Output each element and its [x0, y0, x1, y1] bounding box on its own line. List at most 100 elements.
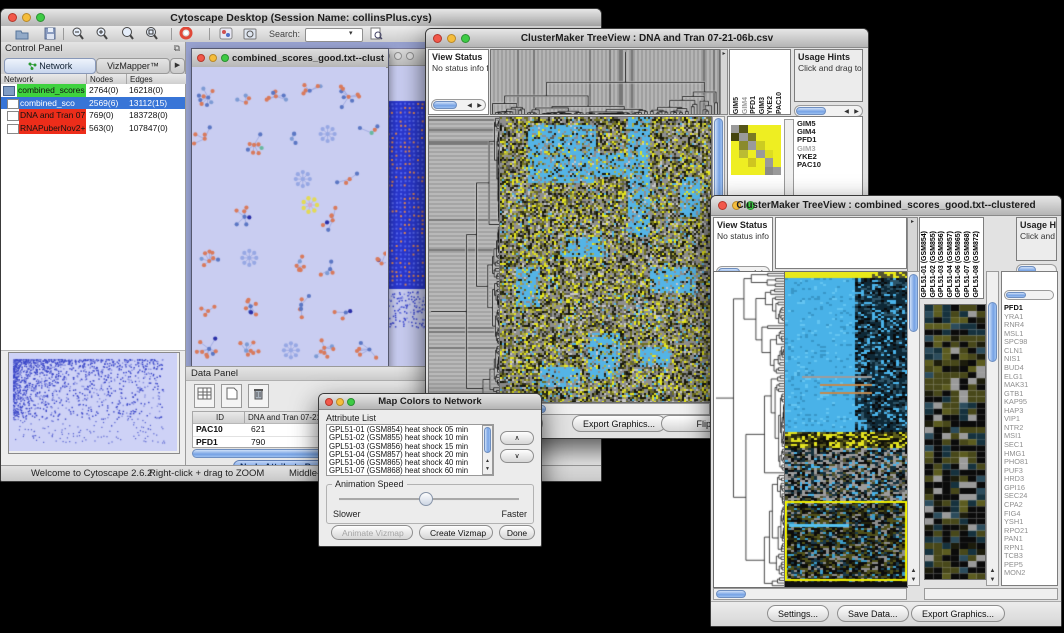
scroll-up-arrow[interactable]: ▲ — [987, 567, 998, 575]
attribute-listbox[interactable]: GPL51-01 (GSM854) heat shock 05 minGPL51… — [326, 424, 494, 476]
settings-button[interactable]: Settings... — [767, 605, 829, 622]
animate-vizmap-button[interactable]: Animate Vizmap — [331, 525, 413, 540]
scroll-right-arrow[interactable]: ▶ — [474, 102, 485, 110]
column-label: GPL51-02 (GSM855) — [930, 231, 939, 298]
matrix-cell — [739, 167, 747, 175]
scroll-down-arrow[interactable]: ▼ — [908, 576, 919, 584]
search-dropdown-arrow[interactable]: ▾ — [349, 29, 353, 37]
similarity-matrix[interactable] — [731, 120, 781, 170]
column-label: YKE2 — [767, 96, 776, 114]
column-dendrogram-panel[interactable] — [775, 217, 907, 269]
network-overview-thumbnail[interactable] — [9, 353, 177, 451]
status-hint-pan: Middle- — [289, 468, 320, 479]
column-header-nodes[interactable]: Nodes — [87, 74, 127, 84]
treeview2-title: ClusterMaker TreeView : combined_scores_… — [711, 200, 1061, 211]
folder-icon — [3, 86, 15, 96]
control-panel: Control Panel ⧉ Network VizMapper™ ▶ Net… — [1, 42, 186, 466]
bottom-hscrollbar-right[interactable] — [924, 588, 1058, 600]
frame-zoom-button[interactable] — [406, 52, 414, 60]
column-header-network[interactable]: Network — [1, 74, 87, 84]
heatmap-canvas[interactable] — [499, 116, 712, 403]
export-graphics-button[interactable]: Export Graphics... — [572, 415, 666, 432]
usage-hints-panel: Usage Hints Click and drag to — [794, 49, 863, 102]
done-button[interactable]: Done — [499, 525, 535, 540]
network-table-row[interactable]: DNA and Tran 07769(0)183728(0) — [1, 109, 185, 122]
network-table-row[interactable]: combined_sco2569(6)13112(15) — [1, 97, 185, 110]
scroll-right-arrow[interactable]: ▶ — [851, 108, 862, 116]
network-view-canvas[interactable] — [192, 67, 386, 366]
frame-minimize-button[interactable] — [394, 52, 402, 60]
zoomed-heatmap-canvas[interactable] — [924, 304, 986, 580]
view-status-body: No status info — [714, 230, 772, 241]
move-down-button[interactable]: ∨ — [500, 449, 534, 463]
column-label: GPL51-03 (GSM856) — [938, 231, 947, 298]
view-status-title: View Status — [714, 218, 772, 230]
heatmap-vscrollbar[interactable]: ▲ ▼ — [907, 271, 920, 586]
heatmap-canvas[interactable] — [784, 271, 908, 588]
row-dendrogram-canvas[interactable] — [713, 271, 785, 588]
tab-network[interactable]: Network — [4, 58, 96, 74]
column-dendrogram-canvas[interactable] — [490, 49, 720, 115]
tab-overflow-button[interactable]: ▶ — [170, 58, 185, 74]
scroll-up-arrow[interactable]: ▲ — [908, 567, 919, 575]
speed-slider-thumb[interactable] — [419, 492, 433, 506]
clustermaker-treeview-window-combined: ClusterMaker TreeView : combined_scores_… — [710, 195, 1062, 627]
export-graphics-button[interactable]: Export Graphics... — [911, 605, 1005, 622]
delete-attribute-icon[interactable] — [248, 384, 269, 408]
treeview2-titlebar[interactable]: ClusterMaker TreeView : combined_scores_… — [711, 196, 1061, 216]
doc-icon — [7, 124, 19, 134]
column-header-edges[interactable]: Edges — [127, 74, 186, 84]
tab-vizmapper[interactable]: VizMapper™ — [96, 58, 170, 74]
node-count: 2764(0) — [89, 84, 118, 97]
zoom-vscrollbar[interactable]: ▲ ▼ — [986, 271, 999, 586]
frame-minimize-button[interactable] — [209, 54, 217, 62]
attr-col-id[interactable]: ID — [193, 412, 245, 423]
matrix-cell — [756, 167, 764, 175]
node-count: 2569(6) — [89, 97, 118, 110]
attribute-list-vscrollbar[interactable]: ▲ ▼ — [482, 425, 493, 475]
network-table-row[interactable]: RNAPuberNov2+563(0)107847(0) — [1, 122, 185, 135]
attribute-list-item[interactable]: GPL51-07 (GSM868) heat shock 60 min — [327, 467, 481, 475]
dialog-title: Map Colors to Network — [319, 396, 541, 407]
animation-speed-label: Animation Speed — [332, 479, 407, 489]
node-count: 563(0) — [89, 122, 114, 135]
treeview1-title: ClusterMaker TreeView : DNA and Tran 07-… — [426, 33, 868, 44]
attr-value: 790 — [251, 437, 265, 447]
doc-icon — [7, 99, 19, 109]
frame-close-button[interactable] — [197, 54, 205, 62]
network-view-frame[interactable]: combined_scores_good.txt--cluste... — [191, 48, 389, 366]
frame-zoom-button[interactable] — [221, 54, 229, 62]
main-titlebar[interactable]: Cytoscape Desktop (Session Name: collins… — [1, 9, 601, 27]
scroll-up-arrow[interactable]: ▲ — [482, 457, 493, 465]
column-label: GPL51-07 (GSM868) — [964, 231, 973, 298]
view-status-panel: View Status No status info f ◀ ▶ — [428, 49, 489, 115]
slower-label: Slower — [333, 509, 361, 519]
attribute-select-icon[interactable] — [194, 384, 215, 408]
search-input[interactable] — [305, 28, 363, 42]
network-table-row[interactable]: combined_scores2764(0)16218(0) — [1, 84, 185, 97]
main-window-title: Cytoscape Desktop (Session Name: collins… — [1, 12, 601, 24]
network-overview-panel[interactable] — [8, 352, 180, 454]
new-attribute-icon[interactable] — [221, 384, 242, 408]
float-panel-icon[interactable]: ⧉ — [174, 43, 180, 54]
create-vizmap-button[interactable]: Create Vizmap — [419, 525, 493, 540]
data-panel-title: Data Panel — [191, 368, 238, 379]
row-dendrogram-canvas[interactable] — [428, 116, 500, 403]
column-labels-panel: GIM5GIM4PFD1GIM3YKE2PAC10 — [729, 49, 791, 115]
edge-count: 13112(15) — [129, 97, 167, 110]
treeview1-titlebar[interactable]: ClusterMaker TreeView : DNA and Tran 07-… — [426, 29, 868, 48]
bottom-hscrollbar-left[interactable] — [713, 588, 907, 600]
view-status-scrollbar[interactable]: ◀ ▶ — [431, 99, 486, 111]
save-data-button[interactable]: Save Data... — [837, 605, 909, 622]
scroll-down-arrow[interactable]: ▼ — [987, 576, 998, 584]
usage-hints-body: Click and drag to — [795, 62, 862, 73]
gene-list-hscrollbar[interactable] — [1004, 290, 1054, 300]
desktop: Cytoscape Desktop (Session Name: collins… — [0, 0, 1064, 633]
gene-label: PAC10 — [797, 161, 821, 169]
move-up-button[interactable]: ∧ — [500, 431, 534, 445]
dendrogram-splitter[interactable]: ▸ — [720, 49, 728, 115]
scroll-down-arrow[interactable]: ▼ — [482, 465, 493, 473]
network-name: DNA and Tran 07 — [19, 109, 86, 122]
dialog-titlebar[interactable]: Map Colors to Network — [319, 394, 541, 410]
matrix-cell — [765, 167, 773, 175]
